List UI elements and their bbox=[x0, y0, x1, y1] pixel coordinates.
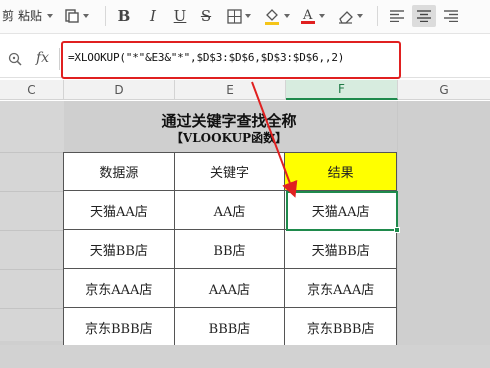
annotation-arrow bbox=[251, 81, 298, 198]
